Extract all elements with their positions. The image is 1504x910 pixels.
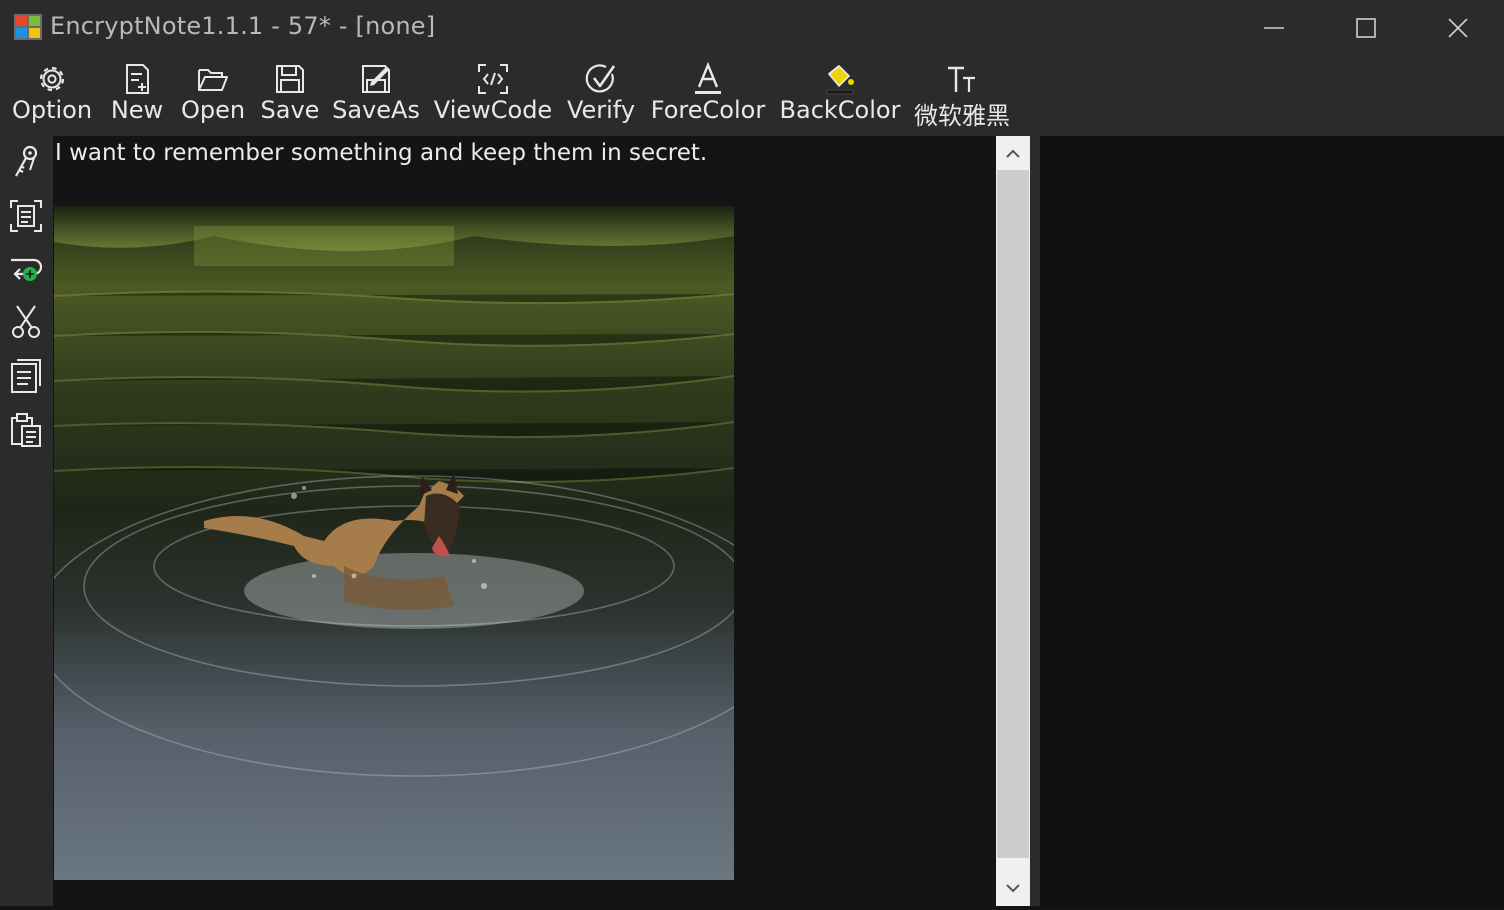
splitter[interactable] [1030,136,1040,906]
saveas-label: SaveAs [332,96,420,124]
floppy-disk-icon [276,65,304,93]
forecolor-label: ForeColor [650,96,766,124]
forecolor-button[interactable]: ForeColor [646,56,770,136]
left-sidebar [0,136,53,906]
minimize-icon [1264,27,1284,29]
minimize-button[interactable] [1228,0,1320,56]
paint-bucket-icon [826,64,854,95]
title-bar: EncryptNote1.1.1 - 57* - [none] [0,0,1504,56]
code-icon [478,64,508,94]
toolbar: Option New Open Save SaveAs ViewCode Ver… [0,56,1040,136]
note-text[interactable]: I want to remember something and keep th… [55,140,707,166]
close-button[interactable] [1412,0,1504,56]
backcolor-label: BackColor [779,96,901,124]
copy-icon[interactable] [8,358,44,394]
verify-button[interactable]: Verify [562,56,640,136]
right-pane [1040,136,1504,906]
maximize-icon [1356,18,1376,38]
font-button[interactable]: 微软雅黑 [908,56,1016,136]
check-circle-icon [585,64,616,93]
paste-icon[interactable] [8,412,44,448]
editor-area[interactable]: I want to remember something and keep th… [53,136,996,906]
vertical-scrollbar[interactable] [996,136,1030,906]
windows-logo-icon [14,14,42,40]
new-label: New [110,96,164,124]
backcolor-button[interactable]: BackColor [778,56,902,136]
chevron-down-icon [1006,884,1020,893]
word-wrap-icon[interactable] [8,252,44,288]
font-size-icon [948,66,975,92]
option-label: Option [11,96,93,124]
close-icon [1448,18,1468,38]
save-button[interactable]: Save [256,56,324,136]
viewcode-label: ViewCode [433,96,553,124]
chevron-up-icon [1006,149,1020,158]
window-title: EncryptNote1.1.1 - 57* - [none] [50,12,436,40]
toolbar-empty-area [1040,56,1504,136]
new-document-icon [126,64,149,94]
scroll-thumb[interactable] [997,170,1029,858]
scroll-down-button[interactable] [996,872,1030,906]
folder-open-icon [198,69,228,91]
saveas-button[interactable]: SaveAs [330,56,422,136]
maximize-button[interactable] [1320,0,1412,56]
gear-icon [39,66,65,92]
font-color-icon [695,62,721,94]
font-label: 微软雅黑 [914,102,1010,130]
select-all-icon[interactable] [8,198,44,234]
option-button[interactable]: Option [6,56,98,136]
scroll-up-button[interactable] [996,136,1030,170]
open-button[interactable]: Open [176,56,250,136]
photo-dog-in-water [54,206,734,880]
verify-label: Verify [566,96,636,124]
keys-icon[interactable] [8,144,44,180]
save-as-icon [362,65,390,93]
open-label: Open [180,96,246,124]
cut-icon[interactable] [8,304,44,340]
save-label: Save [260,96,320,124]
viewcode-button[interactable]: ViewCode [430,56,556,136]
new-button[interactable]: New [104,56,170,136]
